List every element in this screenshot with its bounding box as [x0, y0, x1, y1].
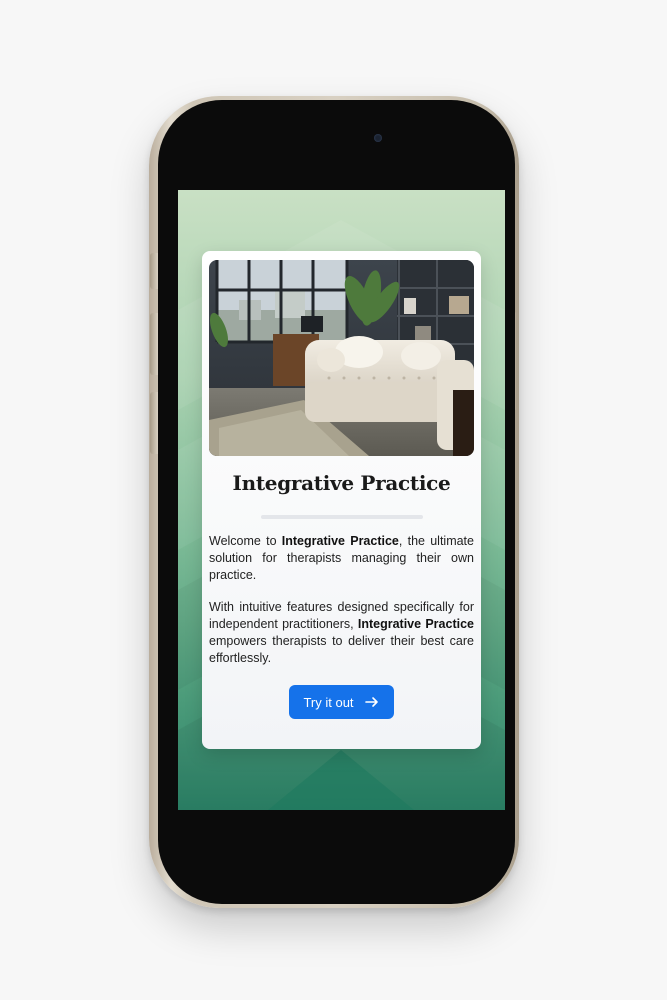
intro-paragraph: Welcome to Integrative Practice, the ult… [209, 533, 474, 584]
try-it-out-label: Try it out [303, 694, 354, 710]
app-screen: Integrative Practice Welcome to Integrat… [178, 190, 505, 810]
arrow-right-icon [364, 697, 378, 707]
features-paragraph: With intuitive features designed specifi… [209, 599, 474, 667]
living-room-illustration [209, 260, 474, 456]
intro-product-name: Integrative Practice [281, 534, 399, 548]
page-title: Integrative Practice [232, 471, 451, 495]
intro-text-start: Welcome to [209, 534, 282, 548]
try-it-out-button[interactable]: Try it out [289, 685, 394, 719]
phone-action-button [150, 253, 158, 289]
hero-image-living-room [209, 260, 474, 456]
welcome-card: Integrative Practice Welcome to Integrat… [202, 251, 481, 749]
phone-volume-down-button [150, 392, 158, 454]
title-divider [261, 515, 423, 519]
features-product-name: Integrative Practice [357, 617, 474, 631]
phone-volume-up-button [150, 313, 158, 375]
front-camera [374, 134, 382, 142]
features-text-end: empowers therapists to deliver their bes… [209, 634, 474, 665]
